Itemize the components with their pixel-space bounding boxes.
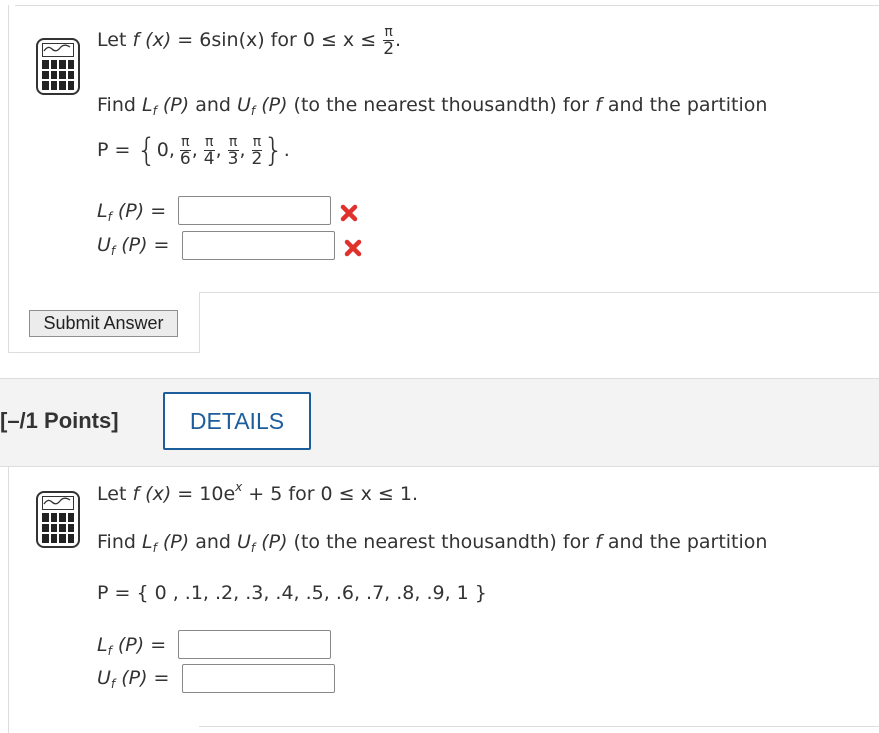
- partition-label: P =: [97, 139, 131, 161]
- and-word: and: [195, 94, 231, 116]
- panel-step-top: [199, 292, 879, 293]
- q1-uf-answer-input[interactable]: [182, 231, 335, 260]
- q1-partition: P = { 0, π6, π4, π3, π2 }.: [97, 131, 290, 169]
- q1-uf-label: Uf (P) =: [97, 234, 170, 258]
- uf-symbol: Uf: [237, 94, 256, 118]
- calculator-icon[interactable]: [36, 491, 80, 548]
- lf-symbol: Lf: [141, 94, 157, 118]
- details-button[interactable]: DETAILS: [163, 392, 311, 450]
- incorrect-x-icon: [340, 204, 358, 222]
- function-symbol: f (x): [132, 29, 172, 51]
- find-word: Find: [97, 531, 136, 553]
- q2-partition: P = { 0 , .1, .2, .3, .4, .5, .6, .7, .8…: [97, 582, 487, 604]
- uf-argument: (P): [261, 531, 288, 553]
- partition-fraction: π2: [251, 133, 263, 169]
- points-label: [–/1 Points]: [0, 408, 119, 433]
- lf-argument: (P): [162, 531, 190, 553]
- equals-sign: =: [177, 29, 194, 51]
- panel-step-border: [199, 292, 200, 353]
- panel-left-border: [8, 5, 9, 352]
- f-symbol: f: [595, 94, 602, 116]
- exponent: x: [235, 480, 243, 494]
- partition-fraction: π3: [227, 133, 239, 169]
- function-expression-tail: + 5 for 0 ≤ x ≤ 1.: [248, 483, 419, 505]
- panel-step-top: [199, 726, 879, 727]
- q1-function-definition: Let f (x) = 6sin(x) for 0 ≤ x ≤ π 2 .: [97, 24, 402, 59]
- let-word: Let: [97, 483, 127, 505]
- fraction-denominator: 2: [383, 39, 395, 59]
- instruction-tail: and the partition: [607, 94, 768, 116]
- pi-over-2-fraction: π 2: [383, 24, 395, 59]
- sentence-period: .: [395, 29, 402, 51]
- partition-fraction: π6: [179, 133, 191, 169]
- uf-argument: (P): [261, 94, 288, 116]
- uf-symbol: Uf: [237, 531, 256, 555]
- q2-lf-answer-input[interactable]: [178, 630, 331, 659]
- calculator-icon[interactable]: [36, 38, 80, 95]
- left-brace: {: [136, 131, 157, 169]
- partition-zero: 0,: [156, 139, 175, 161]
- instruction-text: (to the nearest thousandth) for: [293, 94, 590, 116]
- q2-function-definition: Let f (x) = 10ex + 5 for 0 ≤ x ≤ 1.: [97, 480, 418, 505]
- q2-uf-label: Uf (P) =: [97, 667, 170, 691]
- instruction-tail: and the partition: [607, 531, 768, 553]
- instruction-text: (to the nearest thousandth) for: [293, 531, 590, 553]
- q1-lf-label: Lf (P) =: [97, 200, 167, 224]
- function-expression: 10e: [199, 483, 236, 505]
- panel-bottom-border: [8, 352, 200, 353]
- panel-top-rule: [15, 5, 879, 6]
- q2-uf-answer-input[interactable]: [182, 664, 335, 693]
- partition-fraction: π4: [203, 133, 215, 169]
- q2-lf-label: Lf (P) =: [97, 634, 167, 658]
- function-symbol: f (x): [132, 483, 172, 505]
- find-word: Find: [97, 94, 136, 116]
- question-2-header: [0, 378, 879, 467]
- q1-instruction: Find Lf (P) and Uf (P) (to the nearest t…: [97, 94, 767, 118]
- right-brace: }: [263, 131, 284, 169]
- q2-instruction: Find Lf (P) and Uf (P) (to the nearest t…: [97, 531, 767, 555]
- f-symbol: f: [595, 531, 602, 553]
- q1-lf-answer-input[interactable]: [178, 196, 331, 225]
- lf-symbol: Lf: [141, 531, 157, 555]
- incorrect-x-icon: [344, 239, 362, 257]
- equals-sign: =: [177, 483, 194, 505]
- panel-left-border: [8, 466, 9, 733]
- lf-argument: (P): [162, 94, 190, 116]
- let-word: Let: [97, 29, 127, 51]
- and-word: and: [195, 531, 231, 553]
- function-expression: 6sin(x) for 0 ≤ x ≤: [199, 29, 377, 51]
- submit-answer-button[interactable]: Submit Answer: [29, 310, 178, 337]
